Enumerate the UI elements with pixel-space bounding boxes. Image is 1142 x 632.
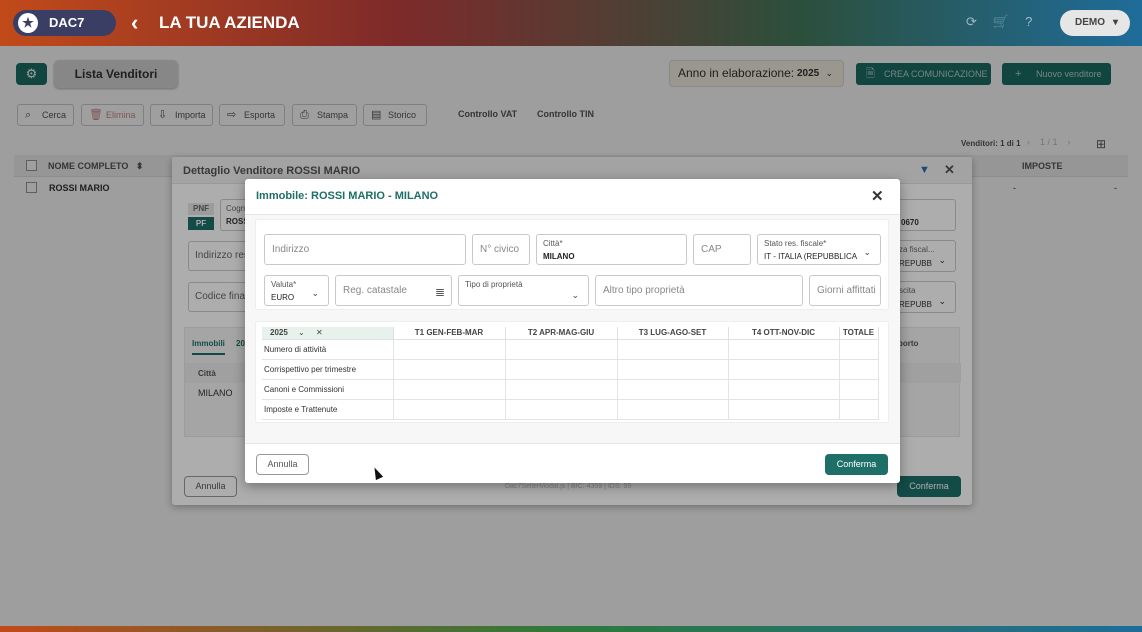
database-icon[interactable]: ≣ (435, 285, 445, 299)
user-menu-button[interactable]: DEMO ▾ (1060, 10, 1130, 36)
clear-icon[interactable]: ✕ (316, 328, 323, 337)
back-arrow-icon[interactable]: ‹ (131, 10, 138, 36)
table-cell[interactable] (504, 378, 618, 400)
table-row: Corrispettivo per trimestre (262, 358, 879, 380)
row-label: Canoni e Commissioni (262, 378, 394, 400)
giorni-placeholder: Giorni affittati (817, 285, 876, 296)
indirizzo-input[interactable]: Indirizzo (264, 234, 466, 265)
user-name: DEMO (1075, 17, 1105, 28)
bottom-accent-bar (0, 626, 1142, 632)
stato-label: Stato res. fiscale* (764, 239, 827, 248)
table-cell[interactable] (616, 358, 729, 380)
citta-input[interactable]: Città* MILANO (536, 234, 687, 265)
year-filter[interactable]: 2025 ⌄ ✕ (262, 327, 394, 340)
conferma-button[interactable]: Conferma (825, 454, 888, 475)
close-icon[interactable]: ✕ (871, 187, 884, 205)
logo-text: DAC7 (49, 15, 85, 30)
civico-placeholder: N° civico (480, 244, 520, 255)
stato-fiscale-select[interactable]: Stato res. fiscale* IT - ITALIA (REPUBBL… (757, 234, 881, 265)
altro-placeholder: Altro tipo proprietà (603, 285, 685, 296)
column-header-t4: T4 OTT-NOV-DIC (728, 327, 840, 340)
table-cell[interactable] (392, 338, 506, 360)
citta-label: Città* (543, 239, 563, 248)
table-cell (838, 378, 879, 400)
year-filter-value: 2025 (270, 328, 288, 338)
annulla-button[interactable]: Annulla (256, 454, 309, 475)
chevron-down-icon: ⌄ (311, 288, 319, 298)
cart-icon[interactable]: 🛒 (993, 14, 1009, 30)
star-icon: ★ (18, 13, 38, 33)
table-cell[interactable] (504, 398, 618, 420)
table-cell[interactable] (392, 378, 506, 400)
quarter-table-header: 2025 ⌄ ✕ T1 GEN-FEB-MAR T2 APR-MAG-GIU T… (262, 327, 879, 340)
quarter-table: 2025 ⌄ ✕ T1 GEN-FEB-MAR T2 APR-MAG-GIU T… (262, 327, 879, 420)
immobile-dialog: Immobile: ROSSI MARIO - MILANO ✕ Indiriz… (245, 179, 900, 483)
app-header: ★ DAC7 ‹ LA TUA AZIENDA ⟳ 🛒 ? DEMO ▾ (0, 0, 1142, 46)
reg-catastale-placeholder: Reg. catastale (343, 285, 407, 296)
tipo-proprieta-select[interactable]: Tipo di proprietà ⌄ (458, 275, 589, 306)
column-header-t2: T2 APR-MAG-GIU (505, 327, 618, 340)
table-cell (838, 358, 879, 380)
chevron-down-icon[interactable]: ⌄ (298, 328, 305, 337)
cap-placeholder: CAP (701, 244, 722, 255)
company-title: LA TUA AZIENDA (159, 13, 300, 32)
altro-tipo-input[interactable]: Altro tipo proprietà (595, 275, 803, 306)
table-cell (838, 398, 879, 420)
valuta-select[interactable]: Valuta* EURO ⌄ (264, 275, 329, 306)
stato-value: IT - ITALIA (REPUBBLICA (764, 252, 858, 261)
immobile-form: Indirizzo N° civico Città* MILANO CAP St… (255, 219, 889, 310)
valuta-label: Valuta* (271, 280, 297, 289)
app-logo[interactable]: ★ DAC7 (13, 10, 116, 36)
table-row: Numero di attività (262, 338, 879, 360)
table-cell[interactable] (616, 398, 729, 420)
giorni-affittati-input[interactable]: Giorni affittati (809, 275, 881, 306)
row-label: Imposte e Trattenute (262, 398, 394, 420)
chevron-down-icon: ⌄ (863, 247, 871, 257)
refresh-icon[interactable]: ⟳ (966, 14, 977, 30)
column-header-t1: T1 GEN-FEB-MAR (393, 327, 506, 340)
row-label: Corrispettivo per trimestre (262, 358, 394, 380)
valuta-value: EURO (271, 293, 295, 302)
table-cell[interactable] (616, 338, 729, 360)
row-label: Numero di attività (262, 338, 394, 360)
chevron-down-icon: ▾ (1112, 17, 1118, 28)
table-cell[interactable] (727, 378, 840, 400)
table-cell[interactable] (504, 338, 618, 360)
reg-catastale-input[interactable]: Reg. catastale ≣ (335, 275, 452, 306)
header-icons: ⟳ 🛒 ? (966, 14, 1032, 30)
table-cell[interactable] (504, 358, 618, 380)
table-cell (838, 338, 879, 360)
table-cell[interactable] (616, 378, 729, 400)
table-cell[interactable] (727, 358, 840, 380)
tipo-label: Tipo di proprietà (465, 280, 523, 289)
table-cell[interactable] (392, 358, 506, 380)
cap-input[interactable]: CAP (693, 234, 751, 265)
help-icon[interactable]: ? (1025, 14, 1032, 30)
quarter-card: 2025 ⌄ ✕ T1 GEN-FEB-MAR T2 APR-MAG-GIU T… (255, 321, 889, 423)
column-header-t3: T3 LUG-AGO-SET (617, 327, 729, 340)
column-header-totale: TOTALE (839, 327, 879, 340)
immobile-dialog-body: Indirizzo N° civico Città* MILANO CAP St… (245, 214, 900, 444)
table-cell[interactable] (727, 398, 840, 420)
table-row: Imposte e Trattenute (262, 398, 879, 420)
civico-input[interactable]: N° civico (472, 234, 530, 265)
citta-value: MILANO (543, 252, 575, 261)
immobile-dialog-title: Immobile: ROSSI MARIO - MILANO (256, 190, 439, 202)
indirizzo-placeholder: Indirizzo (272, 244, 310, 255)
chevron-down-icon: ⌄ (571, 290, 579, 300)
table-cell[interactable] (392, 398, 506, 420)
table-cell[interactable] (727, 338, 840, 360)
table-row: Canoni e Commissioni (262, 378, 879, 400)
